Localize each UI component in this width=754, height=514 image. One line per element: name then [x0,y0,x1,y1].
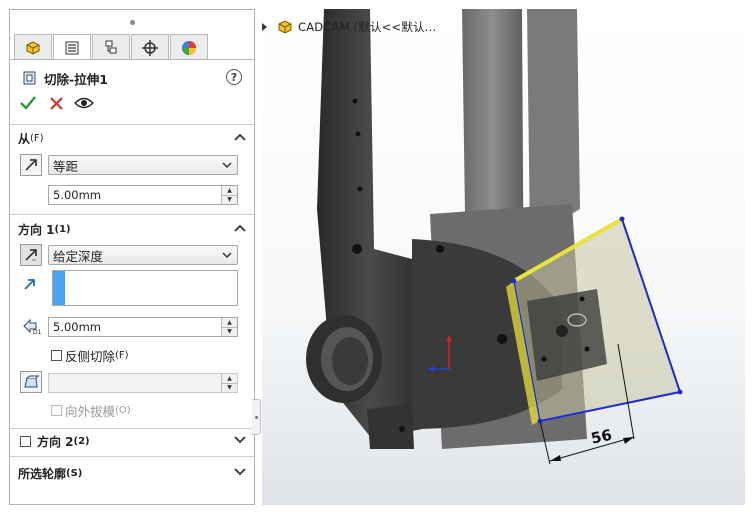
reverse-direction-button[interactable] [20,244,42,266]
checkbox-box[interactable] [51,350,62,361]
decrement-arrow-icon[interactable]: ▼ [222,327,237,336]
property-list-icon [65,41,79,54]
increment-arrow-icon[interactable]: ▲ [222,186,237,196]
panel-collapse-handle[interactable] [252,399,261,435]
part-name-label: CADCAM (默认<<默认... [298,20,437,34]
section-from-shortcut: (F) [30,132,44,144]
section-direction2-header[interactable]: 方向 2 (2) [10,429,254,453]
chevron-down-icon [222,162,232,169]
chevron-up-icon [234,224,246,232]
section-selected-contours-shortcut: (S) [66,467,83,479]
model-scene[interactable]: 56 [262,9,745,505]
flyout-feature-tree[interactable]: CADCAM (默认<<默认... [262,17,436,37]
solidworks-window: 切除-拉伸1 ? 从 (F) 等距 5.00mm ▲ ▼ 方向 1 (1) 给定… [0,0,754,514]
arrow-up-right-icon [25,159,37,171]
draft-toggle-button[interactable] [20,371,42,393]
close-icon [49,96,63,110]
from-offset-input[interactable]: 5.00mm ▲ ▼ [48,185,238,205]
chevron-up-icon [234,133,246,141]
svg-text:D1: D1 [33,329,42,335]
display-tab[interactable] [170,34,208,60]
manager-tabs [14,34,209,60]
reverse-direction-icon [25,249,37,261]
depth-stepper[interactable]: ▲ ▼ [221,318,237,336]
cancel-button[interactable] [46,94,66,112]
draft-outward-label: 向外拔模 [65,404,116,419]
direction-reference-listbox[interactable] [52,270,238,306]
cut-extrude-icon [23,71,36,85]
depth-icon: D1 [22,317,42,338]
grip-dot-icon [254,415,258,419]
part-icon [26,40,40,55]
part-icon [278,20,292,34]
from-condition-value: 等距 [53,158,79,174]
property-manager-panel: 切除-拉伸1 ? 从 (F) 等距 5.00mm ▲ ▼ 方向 1 (1) 给定… [9,9,255,505]
draft-angle-input[interactable]: ▲ ▼ [48,373,238,393]
grip-dot-icon [129,19,135,25]
expand-arrow-icon[interactable] [262,22,270,32]
increment-arrow-icon[interactable]: ▲ [222,374,237,384]
end-condition-select[interactable]: 给定深度 [48,245,238,265]
checkbox-box[interactable] [51,405,62,416]
graphics-viewport[interactable]: CADCAM (默认<<默认... 56 [262,9,745,505]
chevron-down-icon [234,468,246,476]
checkmark-icon [20,96,36,110]
chevron-down-icon [222,252,232,259]
from-offset-value: 5.00mm [53,188,102,202]
section-direction2-shortcut: (2) [73,435,90,447]
flip-side-label: 反侧切除 [65,349,116,364]
chevron-down-icon [234,436,246,444]
configuration-tab[interactable] [92,34,130,60]
tab-divider [10,59,254,60]
from-condition-select[interactable]: 等距 [48,155,238,175]
section-direction1-label: 方向 1 [18,222,55,237]
section-direction1-header[interactable]: 方向 1 (1) [10,217,254,241]
from-offset-stepper[interactable]: ▲ ▼ [221,186,237,204]
feature-title-row: 切除-拉伸1 ? [22,68,246,88]
appearance-icon [182,40,196,55]
feature-title: 切除-拉伸1 [44,71,108,87]
listbox-selection-bar [53,271,65,305]
decrement-arrow-icon[interactable]: ▼ [222,195,237,204]
propertymanager-tab[interactable] [53,34,91,60]
depth-value: 5.00mm [53,320,102,334]
featuremanager-tab[interactable] [14,34,52,60]
depth-input[interactable]: 5.00mm ▲ ▼ [48,317,238,337]
section-divider [10,214,254,215]
draft-outward-shortcut: (O) [115,405,131,416]
section-divider [10,124,254,125]
section-selected-contours-header[interactable]: 所选轮廓 (S) [10,461,254,485]
decrement-arrow-icon[interactable]: ▼ [222,383,237,392]
ok-button[interactable] [18,94,38,112]
increment-arrow-icon[interactable]: ▲ [222,318,237,328]
panel-grip[interactable] [10,10,254,34]
preview-button[interactable] [74,94,94,112]
draft-icon [24,375,39,388]
confirm-actions [18,94,94,112]
section-from-label: 从 [18,131,31,146]
draft-outward-checkbox[interactable]: 向外拔模 (O) [51,401,131,420]
direction2-checkbox[interactable] [20,435,31,447]
end-condition-value: 给定深度 [53,248,104,264]
section-from-header[interactable]: 从 (F) [10,126,254,150]
section-divider [10,456,254,457]
eye-icon [74,97,94,109]
section-direction1-shortcut: (1) [54,223,71,235]
draft-angle-stepper[interactable]: ▲ ▼ [221,374,237,392]
flip-side-checkbox[interactable]: 反侧切除 (F) [51,346,129,365]
section-direction2-label: 方向 2 [37,434,74,449]
crosshair-icon [142,39,158,56]
start-condition-icon-button[interactable] [20,154,42,176]
section-selected-contours-label: 所选轮廓 [18,466,67,481]
direction-vector-icon [22,276,38,295]
help-button[interactable]: ? [226,69,242,85]
configuration-icon [105,40,117,53]
dimxpert-tab[interactable] [131,34,169,60]
flip-side-shortcut: (F) [115,350,129,361]
